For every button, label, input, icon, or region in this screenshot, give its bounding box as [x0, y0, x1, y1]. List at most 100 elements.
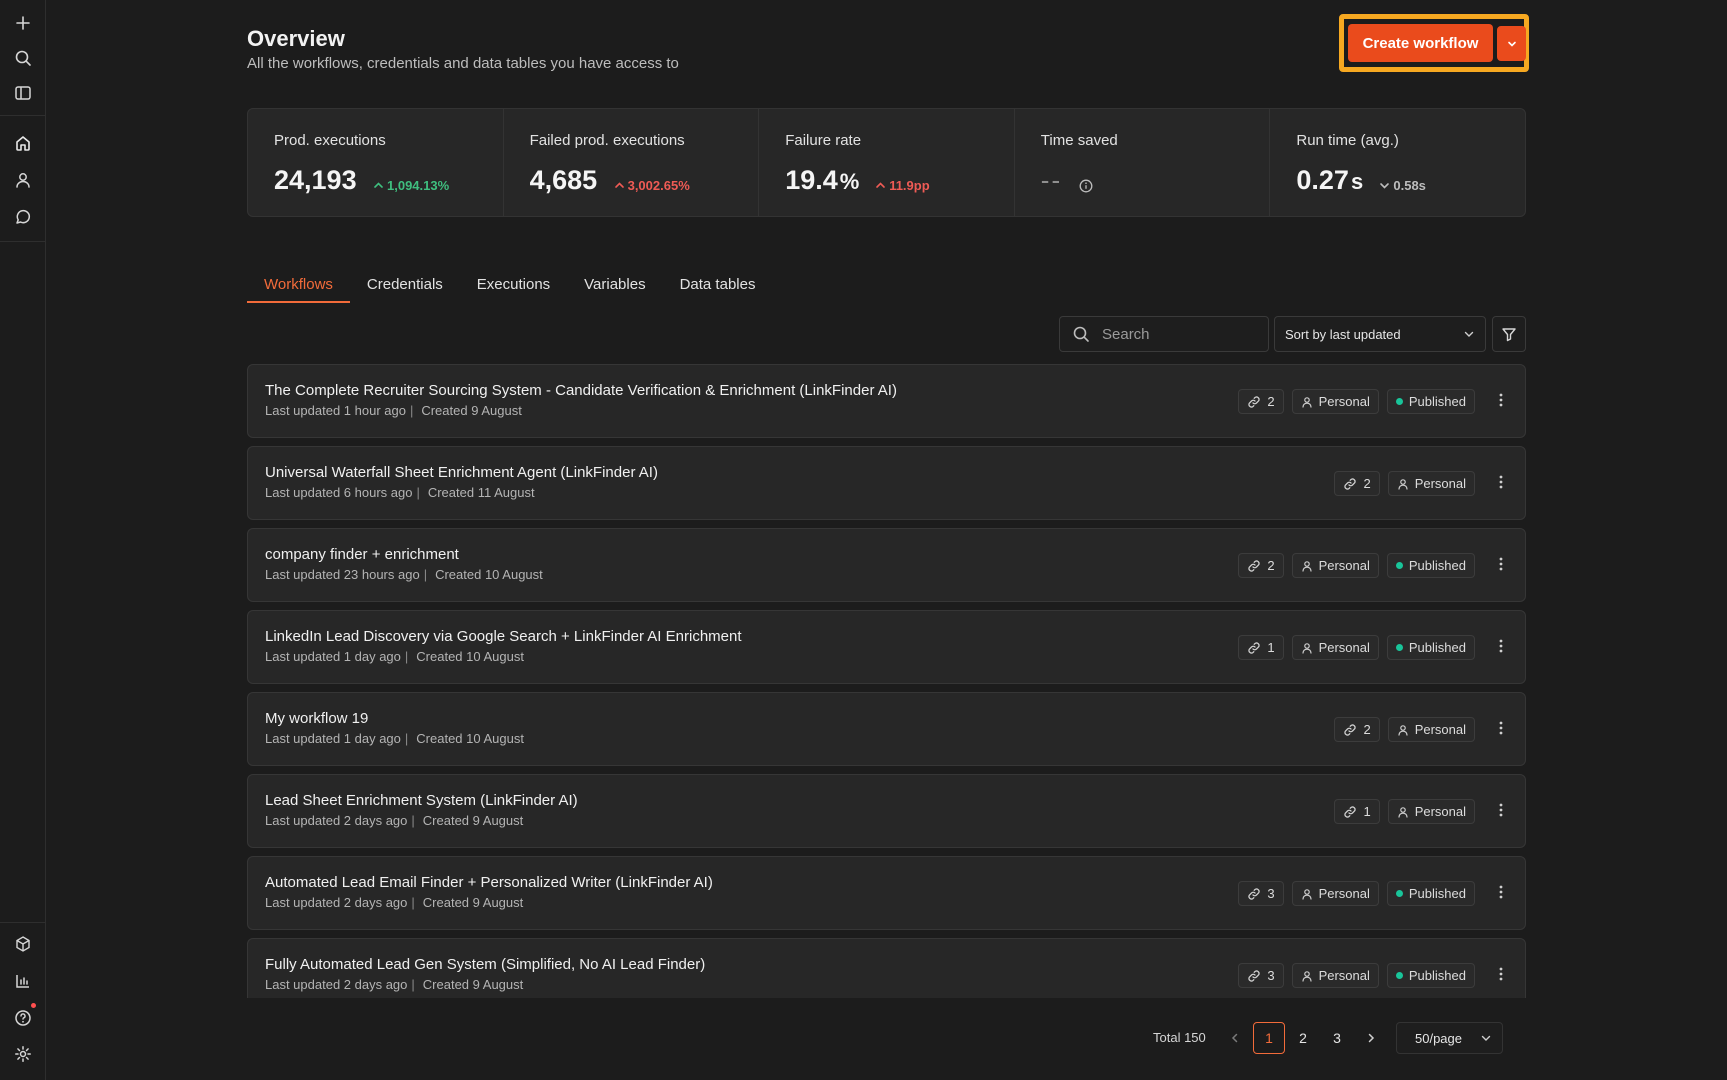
link-count: 2 [1267, 558, 1275, 573]
home-icon[interactable] [11, 131, 35, 155]
settings-icon[interactable] [11, 1042, 35, 1066]
shared-links-badge[interactable]: 2 [1238, 553, 1284, 578]
created-date: Created 11 August [427, 485, 535, 500]
last-updated: Last updated 1 hour ago [265, 403, 406, 418]
owner-badge[interactable]: Personal [1291, 881, 1379, 906]
rail-divider [0, 241, 46, 242]
status-label: Published [1408, 886, 1466, 901]
workflow-row[interactable]: LinkedIn Lead Discovery via Google Searc… [247, 610, 1526, 684]
sort-select[interactable]: Sort by last updated [1274, 316, 1486, 352]
page-button[interactable]: 2 [1287, 1022, 1319, 1054]
owner-badge[interactable]: Personal [1291, 553, 1379, 578]
workflow-row[interactable]: Fully Automated Lead Gen System (Simplif… [247, 938, 1526, 998]
shared-links-badge[interactable]: 2 [1238, 389, 1284, 414]
tab-data-tables[interactable]: Data tables [663, 270, 773, 303]
next-page-button[interactable] [1355, 1022, 1387, 1054]
stat-delta: 1,094.13% [373, 178, 449, 193]
owner-badge[interactable]: Personal [1291, 963, 1379, 988]
insights-icon[interactable] [11, 969, 35, 993]
workflow-meta: Last updated 6 hours ago | Created 11 Augu… [265, 485, 535, 500]
created-date: Created 10 August [416, 731, 524, 746]
workflow-row[interactable]: Automated Lead Email Finder + Personaliz… [247, 856, 1526, 930]
status-badge: Published [1386, 635, 1475, 660]
stat-unit: % [839, 169, 860, 194]
workflow-title[interactable]: The Complete Recruiter Sourcing System -… [265, 382, 897, 399]
sort-label: Sort by last updated [1285, 326, 1401, 342]
search-input[interactable] [1102, 325, 1252, 343]
more-options-button[interactable] [1499, 475, 1503, 494]
tab-workflows[interactable]: Workflows [247, 270, 350, 303]
last-updated: Last updated 1 day ago [265, 731, 401, 746]
link-count: 1 [1267, 640, 1275, 655]
user-icon [1301, 396, 1312, 408]
search-icon[interactable] [11, 46, 35, 70]
stat-number: 24,193 [274, 165, 357, 195]
owner-badge[interactable]: Personal [1291, 635, 1379, 660]
page-button[interactable]: 1 [1253, 1022, 1285, 1054]
owner-badge[interactable]: Personal [1387, 799, 1475, 824]
published-dot [1395, 644, 1403, 651]
more-options-button[interactable] [1499, 885, 1503, 904]
link-icon [1344, 477, 1357, 490]
workflow-title[interactable]: My workflow 19 [265, 710, 368, 727]
more-options-button[interactable] [1499, 721, 1503, 740]
tab-executions[interactable]: Executions [460, 270, 567, 303]
workflow-row[interactable]: My workflow 19 Last updated 1 day ago | Cre… [247, 692, 1526, 766]
workflow-meta: Last updated 2 days ago | Created 9 August [265, 895, 523, 910]
user-icon[interactable] [11, 168, 35, 192]
more-options-button[interactable] [1499, 967, 1503, 986]
shared-links-badge[interactable]: 1 [1238, 635, 1284, 660]
workflow-title[interactable]: company finder + enrichment [265, 546, 459, 563]
workflow-title[interactable]: Lead Sheet Enrichment System (LinkFinder… [265, 792, 578, 809]
more-vertical-icon [1499, 885, 1503, 899]
shared-links-badge[interactable]: 3 [1238, 963, 1284, 988]
tab-credentials[interactable]: Credentials [350, 270, 460, 303]
workflow-title[interactable]: Universal Waterfall Sheet Enrichment Age… [265, 464, 658, 481]
workflow-title[interactable]: LinkedIn Lead Discovery via Google Searc… [265, 628, 742, 645]
create-options-button[interactable] [1497, 26, 1526, 61]
workflow-row[interactable]: The Complete Recruiter Sourcing System -… [247, 364, 1526, 438]
link-count: 2 [1363, 476, 1371, 491]
page-button[interactable]: 3 [1321, 1022, 1353, 1054]
owner-badge[interactable]: Personal [1387, 471, 1475, 496]
tab-variables[interactable]: Variables [567, 270, 662, 303]
created-date: Created 9 August [422, 977, 524, 992]
templates-icon[interactable] [11, 932, 35, 956]
create-workflow-button[interactable]: Create workflow [1348, 24, 1493, 62]
workflow-row[interactable]: company finder + enrichment Last updated … [247, 528, 1526, 602]
last-updated: Last updated 2 days ago [265, 813, 408, 828]
workflow-row[interactable]: Universal Waterfall Sheet Enrichment Age… [247, 446, 1526, 520]
more-options-button[interactable] [1499, 803, 1503, 822]
link-icon [1248, 969, 1260, 982]
owner-badge[interactable]: Personal [1387, 717, 1475, 742]
workflow-list: The Complete Recruiter Sourcing System -… [247, 364, 1526, 998]
help-icon[interactable] [11, 1006, 35, 1030]
created-date: Created 9 August [421, 403, 522, 418]
more-options-button[interactable] [1499, 393, 1503, 412]
created-date: Created 9 August [422, 813, 524, 828]
info-icon[interactable] [1079, 179, 1093, 198]
status-label: Published [1408, 394, 1466, 409]
chat-icon[interactable] [11, 205, 35, 229]
workflow-title[interactable]: Automated Lead Email Finder + Personaliz… [265, 874, 713, 891]
chevron-down-icon [1507, 41, 1516, 47]
filter-button[interactable] [1492, 316, 1526, 352]
prev-page-button[interactable] [1219, 1022, 1251, 1054]
shared-links-badge[interactable]: 2 [1334, 717, 1380, 742]
tab-bar: Workflows Credentials Executions Variables D… [247, 270, 772, 303]
sidebar-toggle-icon[interactable] [11, 81, 35, 105]
shared-links-badge[interactable]: 3 [1238, 881, 1284, 906]
more-options-button[interactable] [1499, 639, 1503, 658]
link-count: 2 [1363, 722, 1371, 737]
page-size-select[interactable]: 50/page [1396, 1022, 1503, 1054]
more-options-button[interactable] [1499, 557, 1503, 576]
plus-icon[interactable] [11, 11, 35, 35]
shared-links-badge[interactable]: 1 [1334, 799, 1380, 824]
workflow-title[interactable]: Fully Automated Lead Gen System (Simplif… [265, 956, 705, 973]
owner-badge[interactable]: Personal [1291, 389, 1379, 414]
owner-label: Personal [1318, 968, 1370, 983]
workflow-row[interactable]: Lead Sheet Enrichment System (LinkFinder… [247, 774, 1526, 848]
shared-links-badge[interactable]: 2 [1334, 471, 1380, 496]
search-box[interactable] [1059, 316, 1269, 352]
workflow-meta: Last updated 2 days ago | Created 9 August [265, 813, 523, 828]
